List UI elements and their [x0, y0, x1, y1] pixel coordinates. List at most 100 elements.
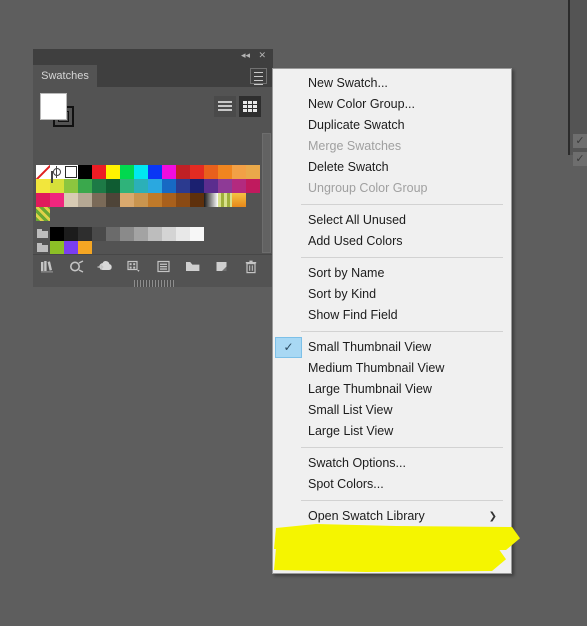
fill-stroke-indicator[interactable] [40, 93, 80, 127]
menu-item-medium-thumbnail-view[interactable]: Medium Thumbnail View [273, 358, 511, 379]
swatch-color[interactable] [120, 179, 134, 193]
swatch-color[interactable] [106, 179, 120, 193]
swatch-color[interactable] [92, 179, 106, 193]
list-icon[interactable] [149, 256, 178, 278]
menu-item-large-list-view[interactable]: Large List View [273, 421, 511, 442]
swatch-color[interactable] [78, 193, 92, 207]
menu-item-sort-by-kind[interactable]: Sort by Kind [273, 284, 511, 305]
folder-icon[interactable] [178, 256, 207, 278]
swatch-color[interactable] [36, 179, 50, 193]
menu-item-open-swatch-library[interactable]: Open Swatch Library ❯ [273, 506, 511, 527]
checkbox-check-icon[interactable]: ✓ [573, 152, 587, 166]
menu-item-new-swatch[interactable]: New Swatch... [273, 73, 511, 94]
menu-item-large-thumbnail-view[interactable]: Large Thumbnail View [273, 379, 511, 400]
swatch-color[interactable] [134, 227, 148, 241]
color-group-icon[interactable] [62, 256, 91, 278]
menu-item-select-all-unused[interactable]: Select All Unused [273, 210, 511, 231]
swatch-scrollbar[interactable] [262, 133, 271, 253]
swatch-color[interactable] [204, 165, 218, 179]
swatch-color[interactable] [190, 193, 204, 207]
swatch-options-icon[interactable] [120, 256, 149, 278]
swatch-grid[interactable] [36, 165, 260, 255]
swatch-color[interactable] [176, 165, 190, 179]
swatch-color[interactable] [78, 165, 92, 179]
swatch-color[interactable] [64, 193, 78, 207]
swatch-color[interactable] [148, 193, 162, 207]
swatch-pattern[interactable] [36, 207, 50, 221]
swatch-color[interactable] [162, 179, 176, 193]
menu-item-new-color-group[interactable]: New Color Group... [273, 94, 511, 115]
menu-item-swatch-options[interactable]: Swatch Options... [273, 453, 511, 474]
swatch-color[interactable] [190, 179, 204, 193]
swatch-color[interactable] [50, 241, 64, 255]
swatch-color[interactable] [120, 227, 134, 241]
color-group-folder-icon[interactable] [36, 227, 50, 241]
swatch-color[interactable] [64, 227, 78, 241]
swatch-color[interactable] [106, 165, 120, 179]
swatch-color[interactable] [106, 227, 120, 241]
swatch-color[interactable] [162, 193, 176, 207]
collapse-icon[interactable]: ◂◂ [241, 51, 250, 62]
fill-swatch[interactable] [40, 93, 67, 120]
menu-item-duplicate-swatch[interactable]: Duplicate Swatch [273, 115, 511, 136]
swatch-color[interactable] [148, 227, 162, 241]
swatch-color[interactable] [148, 165, 162, 179]
panel-titlebar[interactable]: ◂◂ ✕ [33, 49, 273, 65]
swatch-color[interactable] [176, 193, 190, 207]
menu-item-show-find-field[interactable]: Show Find Field [273, 305, 511, 326]
swatch-color[interactable] [134, 193, 148, 207]
swatch-color[interactable] [64, 241, 78, 255]
swatch-registration[interactable] [50, 165, 64, 179]
swatch-color[interactable] [78, 179, 92, 193]
menu-item-delete-swatch[interactable]: Delete Swatch [273, 157, 511, 178]
close-icon[interactable]: ✕ [258, 51, 266, 62]
swatch-color[interactable] [92, 227, 106, 241]
swatch-color[interactable] [50, 193, 64, 207]
menu-item-small-thumbnail-view[interactable]: ✓ Small Thumbnail View [273, 337, 511, 358]
menu-item-save-swatch-library-as-ai[interactable]: Save Swatch Library as AI... [273, 548, 511, 569]
tab-swatches[interactable]: Swatches [33, 65, 97, 87]
menu-item-add-used-colors[interactable]: Add Used Colors [273, 231, 511, 252]
list-view-button[interactable] [214, 96, 236, 117]
swatch-color[interactable] [78, 227, 92, 241]
swatch-color[interactable] [232, 165, 246, 179]
swatch-color[interactable] [64, 179, 78, 193]
swatch-gradient[interactable] [232, 193, 246, 207]
panel-menu-icon[interactable] [250, 68, 267, 85]
swatch-color[interactable] [134, 165, 148, 179]
menu-item-save-swatch-library-as-ase[interactable]: Save Swatch Library as ASE... [273, 527, 511, 548]
new-swatch-icon[interactable] [207, 256, 236, 278]
grid-view-button[interactable] [239, 96, 261, 117]
swatch-color[interactable] [176, 227, 190, 241]
swatch-color[interactable] [162, 165, 176, 179]
menu-item-small-list-view[interactable]: Small List View [273, 400, 511, 421]
swatch-color[interactable] [134, 179, 148, 193]
swatch-color[interactable] [148, 179, 162, 193]
panel-resize-grip[interactable] [134, 280, 174, 287]
swatch-color[interactable] [246, 179, 260, 193]
swatch-color[interactable] [120, 193, 134, 207]
swatch-color[interactable] [176, 179, 190, 193]
cloud-upload-icon[interactable] [91, 256, 120, 278]
swatch-color[interactable] [218, 179, 232, 193]
swatch-color[interactable] [106, 193, 120, 207]
color-group-folder-icon[interactable] [36, 241, 50, 255]
swatch-color[interactable] [50, 179, 64, 193]
menu-item-sort-by-name[interactable]: Sort by Name [273, 263, 511, 284]
swatch-color[interactable] [92, 193, 106, 207]
swatch-gradient[interactable] [204, 193, 218, 207]
swatch-color[interactable] [190, 165, 204, 179]
swatch-color[interactable] [92, 165, 106, 179]
swatch-none[interactable] [36, 165, 50, 179]
swatch-color[interactable] [218, 165, 232, 179]
swatch-gradient[interactable] [218, 193, 232, 207]
trash-icon[interactable] [236, 256, 265, 278]
menu-item-spot-colors[interactable]: Spot Colors... [273, 474, 511, 495]
swatch-color[interactable] [204, 179, 218, 193]
swatch-color[interactable] [190, 227, 204, 241]
swatch-color[interactable] [64, 165, 78, 179]
checkbox-check-icon[interactable]: ✓ [573, 134, 587, 148]
swatch-color[interactable] [232, 179, 246, 193]
swatch-color[interactable] [162, 227, 176, 241]
library-books-icon[interactable] [33, 256, 62, 278]
